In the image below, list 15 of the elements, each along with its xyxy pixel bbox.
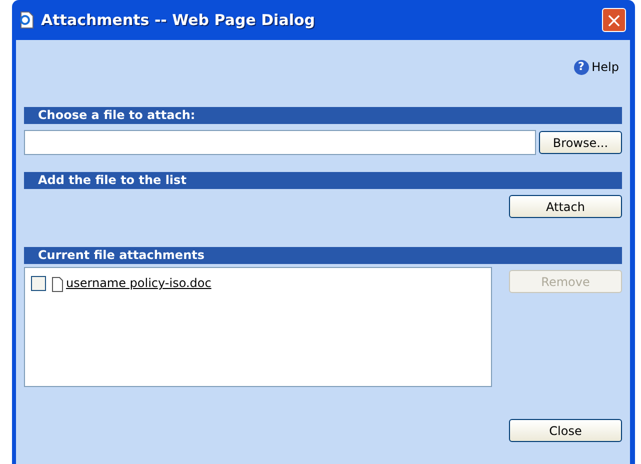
help-link[interactable]: ? Help <box>574 58 619 76</box>
attach-button[interactable]: Attach <box>509 195 622 218</box>
section-header: Current file attachments <box>24 247 622 264</box>
help-icon: ? <box>574 60 589 74</box>
browse-button[interactable]: Browse... <box>539 131 622 154</box>
document-icon <box>18 11 35 29</box>
file-icon <box>52 277 63 292</box>
file-input-field[interactable] <box>24 130 536 155</box>
file-link[interactable]: username policy-iso.doc <box>66 274 212 292</box>
section-header: Choose a file to attach: <box>24 107 622 124</box>
close-button[interactable]: × <box>602 8 626 32</box>
checkbox[interactable] <box>31 276 46 290</box>
section-header: Add the file to the list <box>24 172 622 189</box>
close-dialog-button[interactable]: Close <box>509 419 622 442</box>
window-title: Attachments -- Web Page Dialog <box>41 10 316 31</box>
